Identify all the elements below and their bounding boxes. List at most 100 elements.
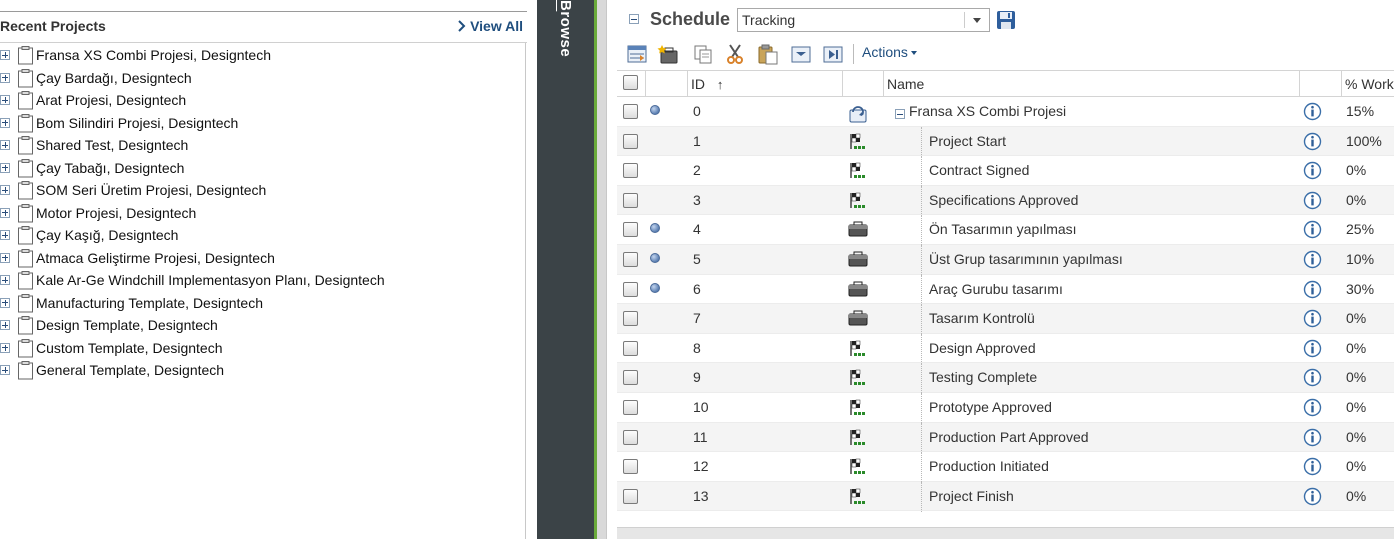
- row-checkbox[interactable]: [623, 459, 638, 475]
- expand-icon[interactable]: [0, 365, 10, 376]
- project-name[interactable]: Bom Silindiri Projesi, Designtech: [36, 115, 238, 131]
- task-name[interactable]: Araç Gurubu tasarımı: [929, 275, 1063, 304]
- info-icon[interactable]: [1303, 393, 1322, 422]
- project-name[interactable]: General Template, Designtech: [36, 362, 224, 378]
- task-name[interactable]: Üst Grup tasarımının yapılması: [929, 245, 1123, 274]
- project-name[interactable]: Atmaca Geliştirme Projesi, Designtech: [36, 250, 275, 266]
- task-name[interactable]: Tasarım Kontrolü: [929, 304, 1035, 333]
- task-name[interactable]: Testing Complete: [929, 363, 1037, 392]
- table-row[interactable]: 1 Project Start 100%: [617, 126, 1394, 157]
- row-checkbox[interactable]: [623, 104, 638, 119]
- project-name[interactable]: Çay Bardağı, Designtech: [36, 70, 192, 86]
- project-name[interactable]: Kale Ar-Ge Windchill Implementasyon Plan…: [36, 272, 385, 288]
- task-name[interactable]: Specifications Approved: [929, 186, 1078, 215]
- list-item[interactable]: Design Template, Designtech: [0, 314, 524, 337]
- view-select[interactable]: Tracking: [737, 8, 990, 32]
- row-checkbox[interactable]: [623, 251, 638, 267]
- info-icon[interactable]: [1303, 482, 1322, 511]
- splitter-handle[interactable]: [594, 0, 606, 539]
- insert-row-icon[interactable]: [626, 43, 648, 65]
- row-checkbox[interactable]: [623, 429, 638, 445]
- id-column-header[interactable]: ID ↑: [688, 71, 843, 97]
- table-row[interactable]: 2 Contract Signed 0%: [617, 156, 1394, 187]
- table-row[interactable]: 11 Production Part Approved 0%: [617, 422, 1394, 453]
- info-icon[interactable]: [1303, 127, 1322, 156]
- list-item[interactable]: Bom Silindiri Projesi, Designtech: [0, 112, 524, 135]
- list-item[interactable]: General Template, Designtech: [0, 359, 524, 382]
- list-item[interactable]: Motor Projesi, Designtech: [0, 202, 524, 225]
- table-row[interactable]: 13 Project Finish 0%: [617, 481, 1394, 512]
- expand-icon[interactable]: [0, 140, 10, 151]
- table-row[interactable]: 4 Ön Tasarımın yapılması 25%: [617, 215, 1394, 246]
- table-row[interactable]: 6 Araç Gurubu tasarımı 30%: [617, 274, 1394, 305]
- info-icon[interactable]: [1303, 97, 1322, 126]
- project-name[interactable]: Motor Projesi, Designtech: [36, 205, 196, 221]
- info-icon[interactable]: [1303, 275, 1322, 304]
- row-checkbox[interactable]: [623, 133, 638, 149]
- horizontal-scrollbar[interactable]: [617, 527, 1394, 539]
- info-icon[interactable]: [1303, 304, 1322, 333]
- task-name[interactable]: Contract Signed: [929, 156, 1029, 185]
- work-column-header[interactable]: % Work: [1342, 71, 1394, 97]
- indent-icon[interactable]: [790, 43, 812, 65]
- list-item[interactable]: Manufacturing Template, Designtech: [0, 292, 524, 315]
- list-item[interactable]: Atmaca Geliştirme Projesi, Designtech: [0, 247, 524, 270]
- expand-icon[interactable]: [0, 50, 10, 61]
- collapse-tree-icon[interactable]: [895, 109, 905, 119]
- list-item[interactable]: SOM Seri Üretim Projesi, Designtech: [0, 179, 524, 202]
- list-item[interactable]: Kale Ar-Ge Windchill Implementasyon Plan…: [0, 269, 524, 292]
- row-checkbox[interactable]: [623, 281, 638, 297]
- row-checkbox[interactable]: [623, 222, 638, 238]
- expand-icon[interactable]: [0, 230, 10, 241]
- expand-icon[interactable]: [0, 72, 10, 83]
- expand-icon[interactable]: [0, 117, 10, 128]
- list-item[interactable]: Arat Projesi, Designtech: [0, 89, 524, 112]
- info-icon[interactable]: [1303, 245, 1322, 274]
- task-name[interactable]: Production Initiated: [929, 452, 1049, 481]
- save-icon[interactable]: [996, 10, 1016, 30]
- row-checkbox[interactable]: [623, 311, 638, 327]
- table-row[interactable]: 8 Design Approved 0%: [617, 333, 1394, 364]
- expand-icon[interactable]: [0, 95, 10, 106]
- expand-icon[interactable]: [0, 297, 10, 308]
- info-icon[interactable]: [1303, 452, 1322, 481]
- task-name[interactable]: Production Part Approved: [929, 423, 1089, 452]
- task-name[interactable]: Ön Tasarımın yapılması: [929, 215, 1077, 244]
- info-icon[interactable]: [1303, 156, 1322, 185]
- outdent-icon[interactable]: [822, 43, 844, 65]
- expand-icon[interactable]: [0, 162, 10, 173]
- collapse-icon[interactable]: [629, 14, 639, 24]
- list-item[interactable]: Çay Kaşığ, Designtech: [0, 224, 524, 247]
- project-name[interactable]: SOM Seri Üretim Projesi, Designtech: [36, 182, 266, 198]
- table-row[interactable]: 0 Fransa XS Combi Projesi 15%: [617, 97, 1394, 127]
- task-name[interactable]: Design Approved: [929, 334, 1036, 363]
- task-name[interactable]: Project Finish: [929, 482, 1014, 511]
- row-checkbox[interactable]: [623, 399, 638, 415]
- table-row[interactable]: 3 Specifications Approved 0%: [617, 185, 1394, 216]
- task-name[interactable]: Fransa XS Combi Projesi: [909, 97, 1066, 126]
- list-item[interactable]: Çay Tabağı, Designtech: [0, 157, 524, 180]
- new-task-icon[interactable]: [657, 43, 679, 65]
- list-item[interactable]: Shared Test, Designtech: [0, 134, 524, 157]
- task-name[interactable]: Project Start: [929, 127, 1006, 156]
- row-checkbox[interactable]: [623, 163, 638, 179]
- list-item[interactable]: Çay Bardağı, Designtech: [0, 67, 524, 90]
- info-icon[interactable]: [1303, 186, 1322, 215]
- paste-icon[interactable]: [757, 43, 779, 65]
- table-row[interactable]: 9 Testing Complete 0%: [617, 363, 1394, 394]
- project-name[interactable]: Shared Test, Designtech: [36, 137, 188, 153]
- actions-menu[interactable]: Actions: [862, 44, 917, 60]
- info-icon[interactable]: [1303, 363, 1322, 392]
- table-row[interactable]: 7 Tasarım Kontrolü 0%: [617, 304, 1394, 335]
- expand-icon[interactable]: [0, 252, 10, 263]
- project-name[interactable]: Manufacturing Template, Designtech: [36, 295, 263, 311]
- list-item[interactable]: Custom Template, Designtech: [0, 337, 524, 360]
- cut-icon[interactable]: [724, 43, 746, 65]
- expand-icon[interactable]: [0, 207, 10, 218]
- table-row[interactable]: 5 Üst Grup tasarımının yapılması 10%: [617, 244, 1394, 275]
- task-name[interactable]: Prototype Approved: [929, 393, 1052, 422]
- expand-icon[interactable]: [0, 342, 10, 353]
- row-checkbox[interactable]: [623, 192, 638, 208]
- project-name[interactable]: Design Template, Designtech: [36, 317, 218, 333]
- table-row[interactable]: 10 Prototype Approved 0%: [617, 392, 1394, 423]
